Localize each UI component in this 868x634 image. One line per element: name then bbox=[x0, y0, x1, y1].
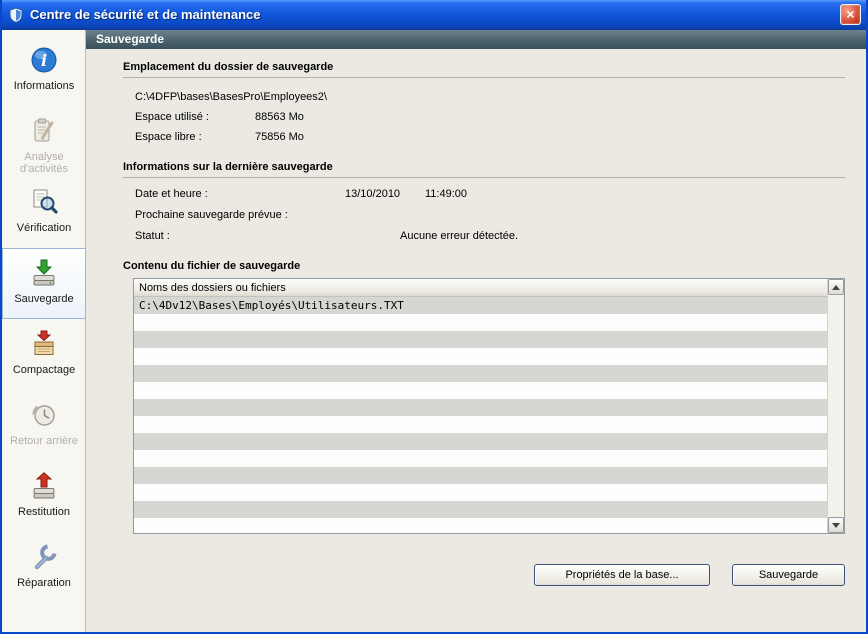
scrollbar-track[interactable] bbox=[828, 295, 844, 517]
sidebar-item-reparation[interactable]: Réparation bbox=[2, 532, 86, 603]
sidebar-item-informations[interactable]: i Informations bbox=[2, 35, 86, 106]
sidebar-item-label: Restitution bbox=[16, 506, 72, 518]
database-properties-button[interactable]: Propriétés de la base... bbox=[534, 564, 710, 586]
content-area: Emplacement du dossier de sauvegarde C:\… bbox=[86, 49, 866, 632]
table-row[interactable] bbox=[134, 348, 827, 365]
table-row[interactable] bbox=[134, 314, 827, 331]
compact-icon bbox=[30, 329, 58, 359]
sidebar-item-sauvegarde[interactable]: Sauvegarde bbox=[2, 248, 86, 319]
triangle-down-icon bbox=[832, 523, 840, 528]
footer-actions: Propriétés de la base... Sauvegarde bbox=[123, 564, 845, 586]
table-row[interactable] bbox=[134, 416, 827, 433]
table-row[interactable] bbox=[134, 365, 827, 382]
sidebar-item-label: Réparation bbox=[15, 577, 73, 589]
titlebar[interactable]: Centre de sécurité et de maintenance × bbox=[2, 0, 866, 30]
sidebar-item-analyse-activites: Analyse d'activités bbox=[2, 106, 86, 177]
sidebar-item-retour-arriere: Retour arrière bbox=[2, 390, 86, 461]
table-row[interactable]: C:\4Dv12\Bases\Employés\Utilisateurs.TXT bbox=[134, 297, 827, 314]
free-space-label: Espace libre : bbox=[135, 131, 255, 143]
separator bbox=[123, 177, 845, 178]
table-row[interactable] bbox=[134, 518, 827, 534]
backup-content-listbox[interactable]: Noms des dossiers ou fichiers C:\4Dv12\B… bbox=[133, 278, 845, 534]
page-header: Sauvegarde bbox=[86, 30, 866, 49]
triangle-up-icon bbox=[832, 285, 840, 290]
scroll-down-button[interactable] bbox=[828, 517, 844, 533]
restore-up-arrow-icon bbox=[30, 471, 58, 501]
date-time-label: Date et heure : bbox=[135, 188, 345, 200]
backup-button[interactable]: Sauvegarde bbox=[732, 564, 845, 586]
window-title: Centre de sécurité et de maintenance bbox=[30, 7, 840, 22]
vertical-scrollbar[interactable] bbox=[827, 279, 844, 533]
svg-text:i: i bbox=[41, 51, 47, 70]
scroll-up-button[interactable] bbox=[828, 279, 844, 295]
sidebar-item-compactage[interactable]: Compactage bbox=[2, 319, 86, 390]
used-space-value: 88563 Mo bbox=[255, 111, 304, 123]
content-section-title: Contenu du fichier de sauvegarde bbox=[123, 260, 845, 272]
status-value: Aucune erreur détectée. bbox=[400, 230, 518, 242]
verification-magnifier-icon bbox=[30, 187, 58, 217]
used-space-label: Espace utilisé : bbox=[135, 111, 255, 123]
column-header: Noms des dossiers ou fichiers bbox=[134, 279, 827, 297]
repair-wrench-icon bbox=[30, 542, 58, 572]
info-icon: i bbox=[30, 45, 58, 75]
table-row[interactable] bbox=[134, 467, 827, 484]
sidebar-item-label: Vérification bbox=[15, 222, 73, 234]
rollback-clock-icon bbox=[30, 400, 58, 430]
table-row[interactable] bbox=[134, 450, 827, 467]
backup-down-arrow-icon bbox=[30, 258, 58, 288]
table-row[interactable] bbox=[134, 433, 827, 450]
date-value: 13/10/2010 bbox=[345, 188, 425, 200]
location-section-title: Emplacement du dossier de sauvegarde bbox=[123, 61, 845, 73]
shield-icon bbox=[8, 7, 24, 23]
sidebar-item-label: Analyse d'activités bbox=[3, 151, 85, 175]
next-backup-label: Prochaine sauvegarde prévue : bbox=[135, 209, 345, 221]
sidebar-item-verification[interactable]: Vérification bbox=[2, 177, 86, 248]
activity-analysis-icon bbox=[30, 116, 58, 146]
table-row[interactable] bbox=[134, 399, 827, 416]
sidebar: i Informations Analyse d'activités bbox=[2, 30, 86, 632]
sidebar-item-label: Sauvegarde bbox=[12, 293, 75, 305]
sidebar-item-label: Informations bbox=[12, 80, 77, 92]
sidebar-item-restitution[interactable]: Restitution bbox=[2, 461, 86, 532]
close-icon: × bbox=[846, 6, 854, 22]
table-row[interactable] bbox=[134, 382, 827, 399]
close-button[interactable]: × bbox=[840, 4, 861, 25]
listbox-rows: C:\4Dv12\Bases\Employés\Utilisateurs.TXT bbox=[134, 297, 844, 534]
main-panel: Sauvegarde Emplacement du dossier de sau… bbox=[86, 30, 866, 632]
last-backup-section-title: Informations sur la dernière sauvegarde bbox=[123, 161, 845, 173]
free-space-value: 75856 Mo bbox=[255, 131, 304, 143]
time-value: 11:49:00 bbox=[425, 188, 467, 200]
table-row[interactable] bbox=[134, 484, 827, 501]
sidebar-item-label: Compactage bbox=[11, 364, 77, 376]
table-row[interactable] bbox=[134, 501, 827, 518]
maintenance-center-window: Centre de sécurité et de maintenance × i… bbox=[0, 0, 868, 634]
separator bbox=[123, 77, 845, 78]
table-row[interactable] bbox=[134, 331, 827, 348]
sidebar-item-label: Retour arrière bbox=[8, 435, 80, 447]
backup-folder-path: C:\4DFP\bases\BasesPro\Employees2\ bbox=[135, 91, 845, 103]
status-label: Statut : bbox=[135, 230, 400, 242]
